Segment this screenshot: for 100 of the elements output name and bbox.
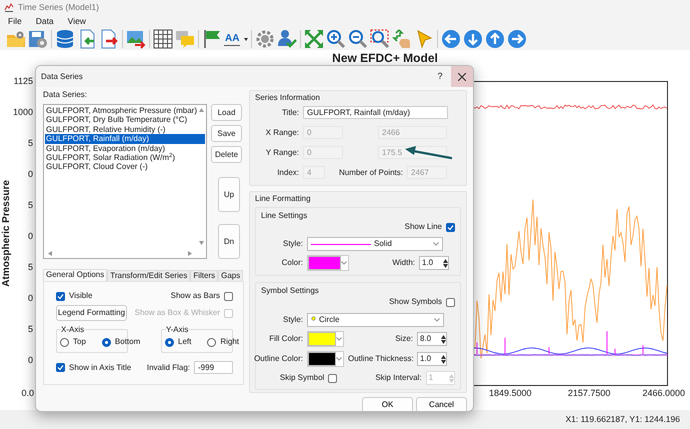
- checkbox[interactable]: [446, 222, 455, 232]
- chart-title: New EFDC+ Model: [332, 51, 438, 65]
- arrow-right-icon[interactable]: [507, 29, 528, 49]
- menu-item[interactable]: File: [8, 14, 22, 28]
- title-field[interactable]: GULFPORT, Rainfall (m/day): [303, 106, 448, 119]
- series-list-item[interactable]: GULFPORT, Atmospheric Pressure (mbar): [45, 106, 205, 116]
- radio-button[interactable]: [102, 338, 111, 346]
- caret-icon[interactable]: [244, 37, 248, 41]
- database-icon[interactable]: [55, 29, 75, 49]
- legend-formatting-button[interactable]: Legend Formatting: [56, 305, 127, 321]
- order-button[interactable]: Dn: [218, 224, 240, 259]
- spinner-field[interactable]: 8.0: [417, 332, 447, 346]
- zoom-out-icon[interactable]: [348, 29, 368, 49]
- spin-arrows-icon[interactable]: [443, 258, 448, 268]
- close-icon: [458, 72, 466, 80]
- order-button[interactable]: Up: [218, 177, 240, 212]
- field-label: Y Range:: [264, 146, 299, 158]
- style-dropdown[interactable]: Circle: [307, 313, 444, 327]
- tick-label: 2466.0000: [642, 388, 686, 398]
- expand-icon[interactable]: [304, 29, 324, 49]
- field-label: Skip Interval:: [374, 372, 422, 384]
- checkbox-label: Show in Axis Title: [69, 362, 132, 374]
- menu-item[interactable]: Data: [36, 14, 54, 28]
- flag-icon[interactable]: [202, 29, 222, 49]
- image-export-icon[interactable]: [126, 29, 146, 49]
- color-picker[interactable]: [307, 331, 344, 347]
- tick-label: 5: [28, 262, 33, 272]
- checkbox-label: Show Symbols: [389, 296, 442, 308]
- zoom-box-icon[interactable]: [370, 29, 390, 49]
- radio-label: Right: [220, 336, 240, 348]
- series-list-item[interactable]: GULFPORT, Dry Bulb Temperature (°C): [45, 115, 205, 125]
- menu-item[interactable]: View: [68, 14, 86, 28]
- radio-button[interactable]: [60, 338, 69, 346]
- field-label: Index:: [276, 166, 299, 178]
- spinner-value: 1.0: [422, 257, 434, 269]
- field-label: Width:: [391, 257, 415, 269]
- color-picker[interactable]: [307, 351, 344, 367]
- field-label: Data Series:: [43, 90, 88, 100]
- tab[interactable]: General Options: [43, 269, 108, 281]
- checkbox[interactable]: [56, 363, 65, 372]
- spin-arrows-icon: [449, 374, 454, 382]
- series-list-item[interactable]: GULFPORT, Evaporation (m/day): [45, 144, 205, 154]
- zoom-in-icon[interactable]: [326, 29, 346, 49]
- series-list-item[interactable]: GULFPORT, Rainfall (m/day): [45, 134, 205, 144]
- scroll-right-icon[interactable]: [188, 250, 192, 256]
- close-button[interactable]: [451, 66, 473, 87]
- style-dropdown[interactable]: Solid: [307, 237, 443, 251]
- tab[interactable]: Filters: [190, 270, 218, 281]
- gear-icon[interactable]: [255, 29, 276, 49]
- radio-button[interactable]: [207, 338, 216, 346]
- scroll-up-icon[interactable]: [198, 108, 204, 112]
- grid-icon[interactable]: [153, 29, 173, 49]
- radio-label: Left: [178, 336, 192, 348]
- tick-label: 0: [28, 231, 33, 241]
- radio-button[interactable]: [165, 338, 174, 346]
- checkbox-label: Visible: [69, 290, 92, 302]
- tab[interactable]: Transform/Edit Series: [107, 270, 190, 281]
- spinner-value: 1: [428, 372, 434, 384]
- scroll-down-icon[interactable]: [198, 241, 204, 245]
- checkbox[interactable]: [56, 292, 65, 300]
- color-picker[interactable]: [307, 255, 349, 271]
- list-button[interactable]: Load: [211, 104, 242, 121]
- list-button[interactable]: Save: [211, 125, 242, 142]
- tick-label: 1849.5000: [488, 388, 532, 398]
- tab[interactable]: Gaps: [218, 270, 244, 281]
- field-label: Outline Color:: [253, 353, 303, 365]
- spin-arrows-icon[interactable]: [441, 334, 446, 344]
- arrow-down-icon[interactable]: [463, 29, 484, 49]
- dialog-button[interactable]: Cancel: [416, 397, 467, 411]
- spinner-field[interactable]: 1.0: [419, 256, 449, 270]
- checkbox[interactable]: [224, 292, 233, 300]
- field-label: Number of Points:: [338, 166, 403, 178]
- export-icon[interactable]: [99, 29, 119, 49]
- invalid-flag-field[interactable]: -999: [194, 361, 233, 374]
- tick-label: 0: [28, 355, 33, 365]
- field-label: Style:: [282, 238, 303, 250]
- series-list-item[interactable]: GULFPORT, Cloud Cover (-): [45, 162, 205, 172]
- checkbox[interactable]: [446, 298, 455, 306]
- arrow-up-icon[interactable]: [485, 29, 506, 49]
- field-label: Title:: [280, 106, 299, 118]
- list-button[interactable]: Delete: [211, 146, 242, 163]
- spin-arrows-icon[interactable]: [441, 354, 446, 364]
- folder-gear-icon[interactable]: [6, 29, 26, 49]
- series-list-item[interactable]: GULFPORT, Solar Radiation (W/m$^{2}$): [45, 153, 205, 162]
- tick-label: 0: [28, 169, 33, 179]
- dropdown-value: Circle: [319, 314, 340, 326]
- tick-label: 0: [28, 293, 33, 303]
- dialog-button[interactable]: OK: [362, 397, 413, 411]
- help-button[interactable]: ?: [429, 70, 451, 84]
- font-size-button[interactable]: AA: [224, 32, 240, 46]
- field-label: Color:: [280, 257, 303, 269]
- field-label: Fill Color:: [268, 333, 303, 345]
- series-list-item[interactable]: GULFPORT, Relative Humidity (-): [45, 124, 205, 134]
- floppy-gear-icon[interactable]: [28, 29, 48, 49]
- checkbox[interactable]: [328, 374, 338, 382]
- user-check-icon[interactable]: [277, 29, 298, 49]
- arrow-left-icon[interactable]: [441, 29, 462, 49]
- tick-label: 0.0: [21, 388, 34, 398]
- spinner-field[interactable]: 1.0: [417, 352, 447, 366]
- scroll-left-icon[interactable]: [48, 250, 52, 256]
